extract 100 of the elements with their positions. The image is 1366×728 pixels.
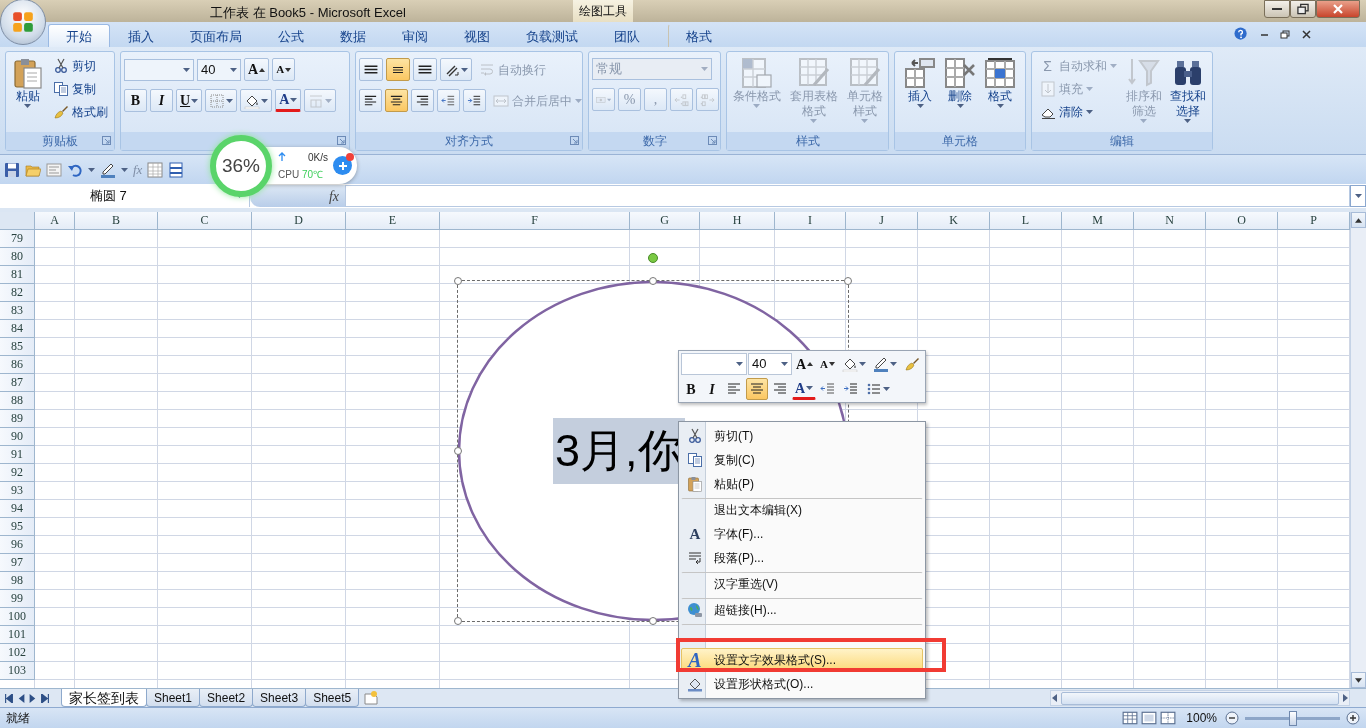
column-header[interactable]: J [846, 212, 918, 230]
row-header[interactable]: 100 [0, 608, 35, 626]
rotation-handle[interactable] [648, 253, 658, 263]
italic-button[interactable]: I [702, 378, 722, 400]
menu-item[interactable]: 段落(P)... [681, 546, 923, 570]
italic-button[interactable]: I [150, 89, 173, 112]
align-top-button[interactable] [359, 58, 383, 81]
dialog-launcher-icon[interactable] [708, 136, 717, 145]
dialog-launcher-icon[interactable] [102, 136, 111, 145]
last-sheet-icon[interactable] [40, 693, 50, 703]
align-left-button[interactable] [359, 89, 382, 112]
vertical-scrollbar[interactable] [1350, 212, 1366, 688]
column-header[interactable]: D [252, 212, 346, 230]
font-color-button[interactable]: A [275, 89, 302, 112]
resize-handle[interactable] [844, 277, 852, 285]
column-header[interactable]: F [440, 212, 630, 230]
page-layout-icon[interactable] [1141, 711, 1158, 725]
ribbon-tab[interactable]: 插入 [110, 24, 172, 47]
paste-button[interactable]: 粘贴 [8, 55, 47, 110]
expand-formula-button[interactable] [1350, 185, 1366, 207]
sheet-tab[interactable]: Sheet2 [199, 689, 254, 707]
first-sheet-icon[interactable] [4, 693, 14, 703]
ribbon-tab[interactable]: 团队 [596, 24, 658, 47]
column-header[interactable]: M [1062, 212, 1134, 230]
resize-handle[interactable] [649, 617, 657, 625]
shrink-font-button[interactable]: A [272, 58, 296, 81]
align-bottom-button[interactable] [413, 58, 437, 81]
row-header[interactable]: 90 [0, 428, 35, 446]
ribbon-tab[interactable]: 审阅 [384, 24, 446, 47]
menu-item[interactable]: 汉字重选(V) [681, 572, 923, 596]
font-size-field[interactable]: 40 [197, 58, 241, 81]
row-header[interactable]: 93 [0, 482, 35, 500]
page-break-icon[interactable] [1160, 711, 1177, 725]
row-header[interactable]: 96 [0, 536, 35, 554]
ribbon-tab[interactable]: 页面布局 [172, 24, 260, 47]
bold-button[interactable]: B [124, 89, 147, 112]
column-header[interactable]: I [775, 212, 846, 230]
formula-input[interactable] [345, 185, 1350, 207]
font-name-field[interactable] [681, 353, 747, 375]
column-header[interactable]: N [1134, 212, 1206, 230]
column-header[interactable]: P [1278, 212, 1350, 230]
ribbon-tab[interactable]: 视图 [446, 24, 508, 47]
fill-color-button[interactable] [240, 89, 273, 112]
align-middle-button[interactable] [386, 58, 410, 81]
column-header[interactable]: K [918, 212, 990, 230]
row-header[interactable]: 82 [0, 284, 35, 302]
row-header[interactable]: 84 [0, 320, 35, 338]
dialog-launcher-icon[interactable] [570, 136, 579, 145]
ribbon-tab[interactable]: 公式 [260, 24, 322, 47]
row-header[interactable]: 87 [0, 374, 35, 392]
shrink-font-button[interactable]: A [817, 353, 839, 375]
grow-font-button[interactable]: A [244, 58, 270, 81]
copy-button[interactable]: 复制 [48, 78, 112, 100]
row-header[interactable]: 86 [0, 356, 35, 374]
next-sheet-icon[interactable] [28, 693, 38, 703]
row-header[interactable]: 88 [0, 392, 35, 410]
resize-handle[interactable] [454, 617, 462, 625]
cut-button[interactable]: 剪切 [48, 55, 112, 77]
menu-item[interactable]: A 字体(F)... [681, 522, 923, 546]
row-header[interactable]: 89 [0, 410, 35, 428]
sheet-tab[interactable]: Sheet1 [146, 689, 201, 707]
column-header[interactable]: O [1206, 212, 1278, 230]
zoom-in-icon[interactable] [1346, 711, 1360, 725]
menu-item[interactable]: 退出文本编辑(X) [681, 498, 923, 522]
menu-item[interactable]: 超链接(H)... [681, 598, 923, 622]
resize-handle[interactable] [454, 447, 462, 455]
font-color-button[interactable]: A [792, 378, 817, 400]
resize-handle[interactable] [454, 277, 462, 285]
column-header[interactable]: G [630, 212, 700, 230]
new-sheet-icon[interactable] [363, 690, 380, 706]
row-header[interactable]: 91 [0, 446, 35, 464]
orientation-button[interactable] [440, 58, 472, 81]
format-cells-button[interactable]: 格式 [981, 55, 1019, 110]
row-header[interactable]: 101 [0, 626, 35, 644]
zoom-slider-thumb[interactable] [1288, 710, 1297, 726]
align-right-button[interactable] [411, 89, 434, 112]
sheet-tab[interactable]: Sheet5 [305, 689, 360, 707]
clear-button[interactable]: 清除 [1035, 101, 1121, 123]
dialog-launcher-icon[interactable] [337, 136, 346, 145]
find-select-button[interactable]: 查找和选择 [1166, 55, 1209, 125]
normal-view-icon[interactable] [1122, 711, 1139, 725]
zoom-out-icon[interactable] [1225, 711, 1239, 725]
row-header[interactable]: 97 [0, 554, 35, 572]
row-header[interactable]: 83 [0, 302, 35, 320]
row-header[interactable]: 99 [0, 590, 35, 608]
underline-button[interactable]: U [176, 89, 203, 112]
sheet-tab[interactable]: 家长签到表 [61, 689, 147, 707]
column-header[interactable]: C [158, 212, 252, 230]
row-header[interactable]: 95 [0, 518, 35, 536]
column-header[interactable]: L [990, 212, 1062, 230]
insert-cells-button[interactable]: 插入 [901, 55, 939, 110]
insert-function-button[interactable]: fx [250, 185, 345, 207]
menu-item[interactable]: 设置形状格式(O)... [681, 672, 923, 696]
decrease-indent-button[interactable] [437, 89, 460, 112]
font-size-field[interactable]: 40 [747, 353, 792, 375]
restore-button[interactable] [1290, 0, 1316, 18]
resize-handle[interactable] [649, 277, 657, 285]
ribbon-tab[interactable]: 开始 [48, 24, 110, 47]
grow-font-button[interactable]: A [792, 353, 817, 375]
previous-sheet-icon[interactable] [16, 693, 26, 703]
